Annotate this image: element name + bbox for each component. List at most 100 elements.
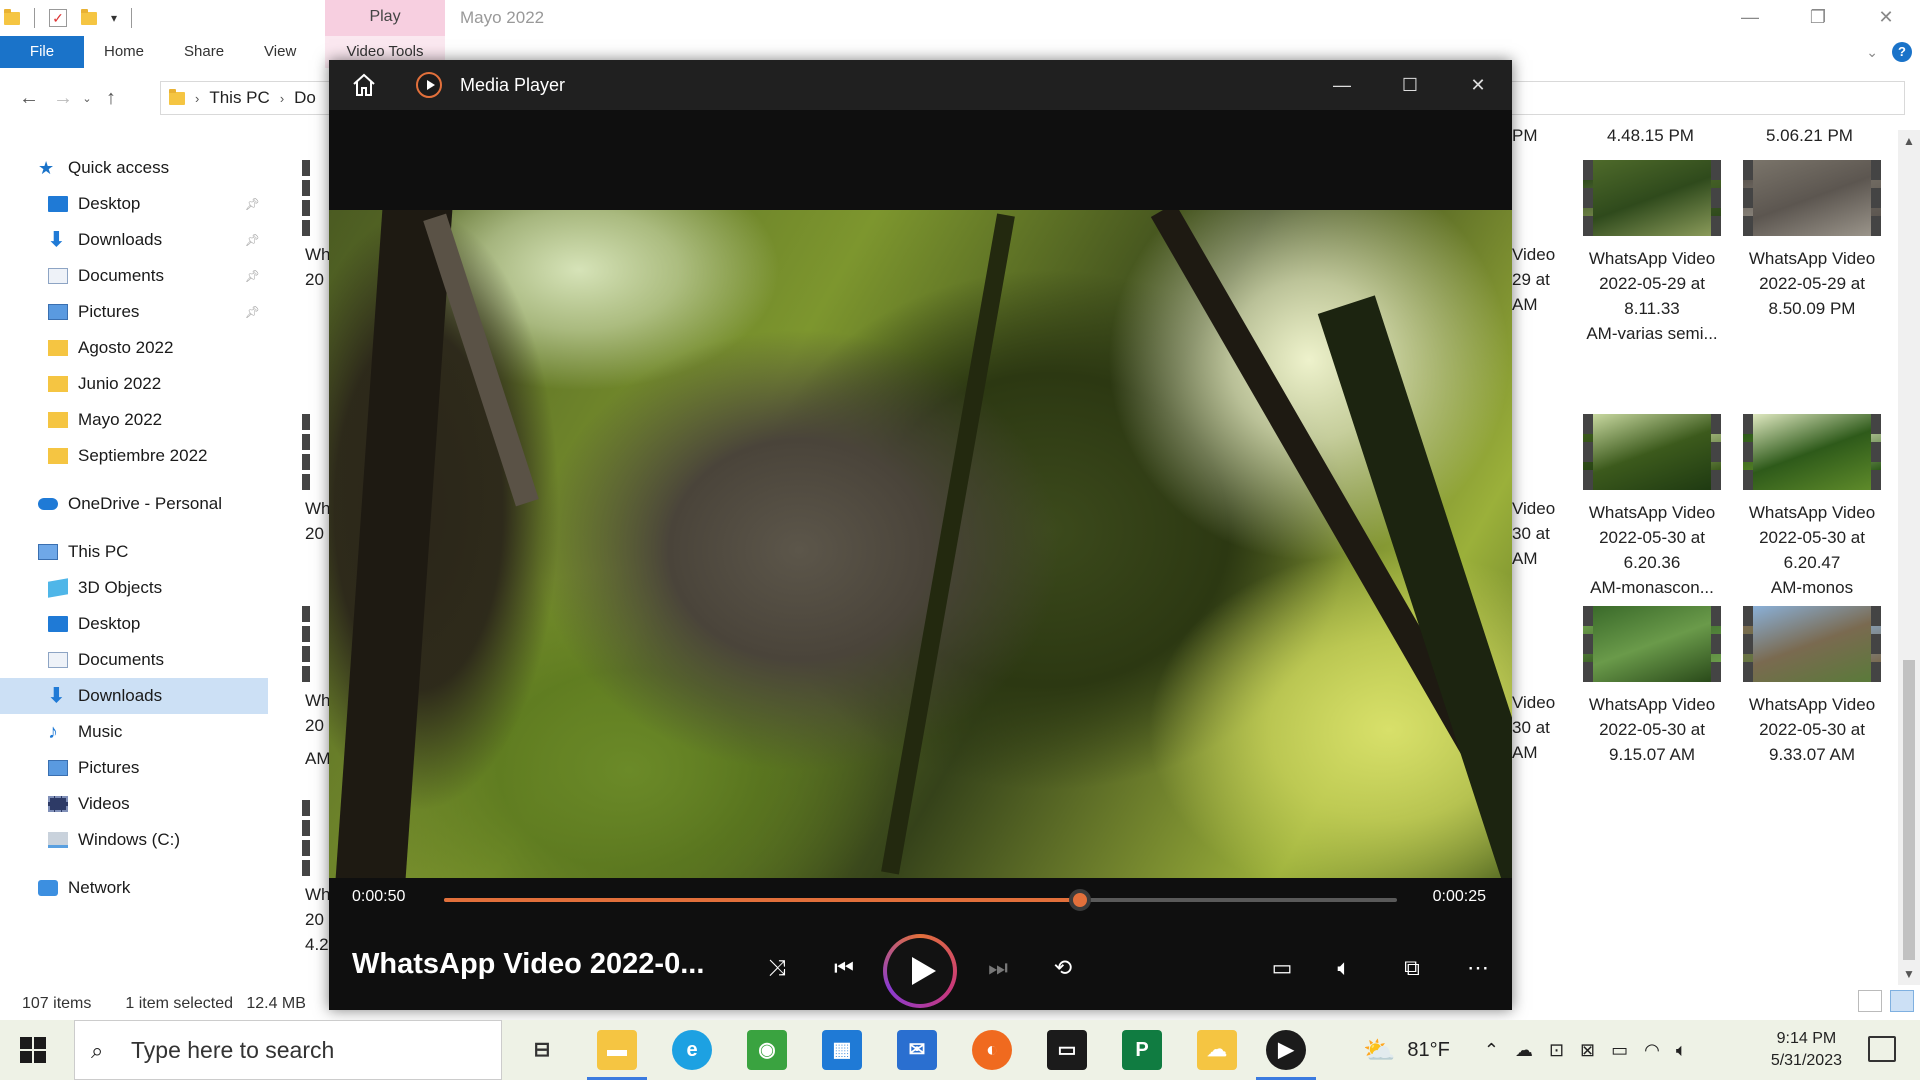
next-track-icon[interactable]: ⏭: [980, 950, 1016, 986]
tab-view[interactable]: View: [244, 36, 316, 68]
sidebar-item-network[interactable]: Network: [0, 870, 268, 906]
edge-browser-icon[interactable]: e: [672, 1030, 712, 1070]
scroll-down-icon[interactable]: ▼: [1898, 967, 1920, 981]
chevron-up-icon[interactable]: ⌃: [1484, 1040, 1499, 1061]
close-icon[interactable]: ✕: [1852, 0, 1920, 34]
weather-temperature[interactable]: 81°F: [1407, 1039, 1449, 1062]
sidebar-item-agosto-2022[interactable]: Agosto 2022: [0, 330, 268, 366]
sidebar-item-onedrive-personal[interactable]: OneDrive - Personal: [0, 486, 268, 522]
sidebar-item-videos[interactable]: Videos: [0, 786, 268, 822]
video-frame[interactable]: [329, 210, 1512, 878]
miniplayer-icon[interactable]: ⧉: [1394, 950, 1430, 986]
properties-icon[interactable]: ✓: [49, 9, 67, 27]
weather-icon[interactable]: ⛅: [1363, 1035, 1395, 1066]
microsoft-store-icon[interactable]: ▦: [822, 1030, 862, 1070]
sidebar-item-this-pc[interactable]: This PC: [0, 534, 268, 570]
scrollbar-thumb[interactable]: [1903, 660, 1915, 960]
home-icon[interactable]: [349, 70, 379, 100]
up-arrow-icon[interactable]: ↑: [94, 87, 128, 110]
battery-icon[interactable]: ▭: [1611, 1040, 1628, 1061]
sidebar-item-music[interactable]: ♪ Music: [0, 714, 268, 750]
file-explorer-taskbar-icon[interactable]: ▬: [587, 1030, 647, 1080]
notification-center-icon[interactable]: [1868, 1036, 1896, 1062]
publisher-icon[interactable]: P: [1122, 1030, 1162, 1070]
game-app-icon[interactable]: ◉: [747, 1030, 787, 1070]
minimize-icon[interactable]: —: [1308, 60, 1376, 110]
video-thumbnail[interactable]: [302, 800, 332, 876]
sidebar-item-desktop[interactable]: Desktop: [0, 606, 268, 642]
sidebar-item-documents[interactable]: Documents 📌︎: [0, 258, 268, 294]
wifi-icon[interactable]: ◠: [1644, 1040, 1660, 1061]
file-tile[interactable]: WhatsApp Video 2022-05-29 at 8.50.09 PM: [1732, 160, 1892, 321]
file-tile[interactable]: WhatsApp Video 2022-05-30 at 9.15.07 AM: [1572, 606, 1732, 767]
firefox-icon[interactable]: ◐: [972, 1030, 1012, 1070]
sidebar-item-downloads[interactable]: ⬇ Downloads 📌︎: [0, 222, 268, 258]
mail-icon[interactable]: ✉: [897, 1030, 937, 1070]
onedrive-tray-icon[interactable]: ☁: [1515, 1040, 1533, 1061]
sidebar-item-documents[interactable]: Documents: [0, 642, 268, 678]
forward-arrow-icon[interactable]: →: [46, 87, 80, 110]
tab-play[interactable]: Play: [325, 0, 445, 36]
sidebar-item-desktop[interactable]: Desktop 📌︎: [0, 186, 268, 222]
tab-home[interactable]: Home: [84, 36, 164, 68]
details-view-icon[interactable]: [1858, 990, 1882, 1012]
sidebar-item-quick-access[interactable]: ★ Quick access: [0, 150, 268, 186]
sidebar-item-pictures[interactable]: Pictures: [0, 750, 268, 786]
volume-icon[interactable]: 🔈︎: [1326, 950, 1362, 986]
breadcrumb-this-pc[interactable]: This PC: [209, 88, 269, 108]
seek-track[interactable]: [444, 889, 1397, 911]
previous-track-icon[interactable]: ⏮: [826, 950, 862, 986]
task-view-icon[interactable]: ⊟: [522, 1030, 562, 1070]
repeat-icon[interactable]: ⟲: [1045, 950, 1081, 986]
subtitles-icon[interactable]: ▭: [1264, 950, 1300, 986]
windows-start-icon[interactable]: [20, 1037, 46, 1063]
restore-icon[interactable]: ❐: [1784, 0, 1852, 34]
video-thumbnail[interactable]: [302, 160, 332, 236]
sidebar-item-septiembre-2022[interactable]: Septiembre 2022: [0, 438, 268, 474]
security-tray-icon[interactable]: ⊠: [1580, 1040, 1595, 1061]
minimize-icon[interactable]: —: [1716, 0, 1784, 34]
system-clock[interactable]: 9:14 PM 5/31/2023: [1771, 1028, 1842, 1072]
more-options-icon[interactable]: ⋯: [1460, 950, 1496, 986]
media-player-taskbar-icon[interactable]: ▶: [1256, 1030, 1316, 1080]
play-button[interactable]: [883, 934, 957, 1008]
sidebar-item-windows-c[interactable]: Windows (C:): [0, 822, 268, 858]
onedrive-folder-icon[interactable]: ☁: [1197, 1030, 1237, 1070]
breadcrumb-downloads[interactable]: Do: [294, 88, 316, 108]
terminal-icon[interactable]: ▭: [1047, 1030, 1087, 1070]
volume-tray-icon[interactable]: 🔈︎: [1676, 1040, 1687, 1061]
tray-app-icon[interactable]: ⊡: [1549, 1040, 1564, 1061]
customize-toolbar-icon[interactable]: ▾: [111, 11, 117, 25]
file-tile[interactable]: WhatsApp Video 2022-05-30 at 9.33.07 AM: [1732, 606, 1892, 767]
shuffle-icon[interactable]: ⤨: [759, 950, 795, 986]
pin-icon: 📌︎: [244, 197, 260, 211]
taskbar-search-box[interactable]: ⌕ Type here to search: [74, 1020, 502, 1080]
file-tile[interactable]: WhatsApp Video 2022-05-30 at 6.20.47 AM-mon…: [1732, 414, 1892, 600]
large-icons-view-icon[interactable]: [1890, 990, 1914, 1012]
video-thumbnail[interactable]: [302, 606, 332, 682]
close-icon[interactable]: ✕: [1444, 60, 1512, 110]
sidebar-item-3d-objects[interactable]: 3D Objects: [0, 570, 268, 606]
video-thumbnail[interactable]: [302, 414, 332, 490]
file-tile[interactable]: WhatsApp Video 2022-05-30 at 6.20.36 AM-mon…: [1572, 414, 1732, 600]
sidebar-item-pictures[interactable]: Pictures 📌︎: [0, 294, 268, 330]
file-tile[interactable]: WhatsApp Video 2022-05-29 at 8.11.33 AM-var…: [1572, 160, 1732, 346]
tab-share[interactable]: Share: [164, 36, 244, 68]
selection-info: 1 item selected 12.4 MB: [125, 995, 306, 1012]
file-caption-partial: Video 29 at AM: [1512, 245, 1556, 314]
maximize-icon[interactable]: ☐: [1376, 60, 1444, 110]
sidebar-item-downloads[interactable]: ⬇ Downloads: [0, 678, 268, 714]
back-arrow-icon[interactable]: ←: [12, 87, 46, 110]
help-icon[interactable]: ?: [1892, 42, 1912, 62]
new-folder-icon[interactable]: [81, 8, 97, 25]
recent-locations-icon[interactable]: ⌄: [80, 92, 94, 105]
sidebar-item-mayo-2022[interactable]: Mayo 2022: [0, 402, 268, 438]
seek-handle[interactable]: [1068, 889, 1091, 911]
expand-ribbon-icon[interactable]: ⌄: [1866, 44, 1878, 61]
file-name-line: 8.50.09 PM: [1768, 299, 1856, 318]
vertical-scrollbar[interactable]: ▲ ▼: [1898, 130, 1920, 985]
video-thumbnail: [1743, 606, 1881, 682]
scroll-up-icon[interactable]: ▲: [1898, 134, 1920, 148]
sidebar-item-junio-2022[interactable]: Junio 2022: [0, 366, 268, 402]
tab-file[interactable]: File: [0, 36, 84, 68]
